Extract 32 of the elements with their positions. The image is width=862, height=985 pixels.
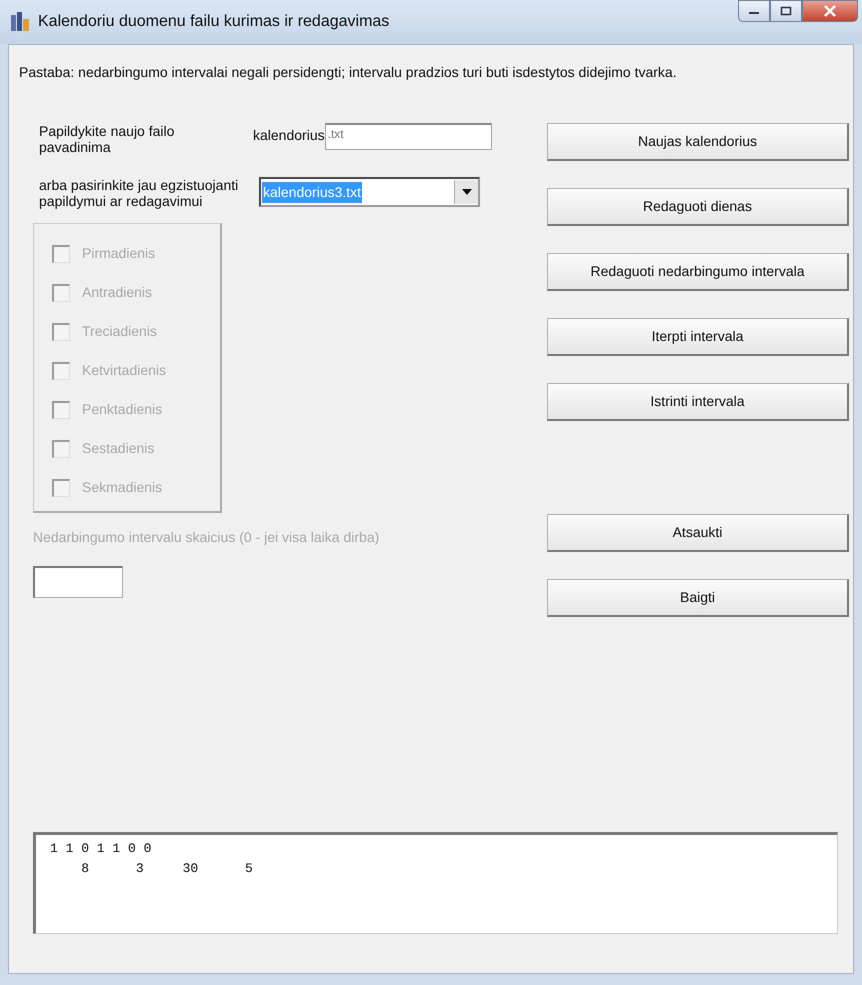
app-icon — [10, 11, 32, 33]
filename-field[interactable]: .txt — [324, 123, 492, 150]
weekday-checkbox: Pirmadienis — [52, 234, 220, 273]
output-line: 8 3 30 5 — [80, 860, 254, 878]
weekday-checkbox: Antradienis — [52, 273, 220, 312]
minimize-button[interactable] — [738, 0, 770, 22]
output-text-area[interactable]: 1 1 0 1 1 0 0 8 3 30 5 — [33, 832, 838, 934]
field-label: Papildykite naujo failo pavadinima — [39, 123, 176, 155]
action-button[interactable]: Istrinti intervala — [547, 383, 849, 421]
field-label: arba pasirinkite jau egzistuojanti papildymui ar redagavimui — [39, 177, 239, 209]
output-line: 1 1 0 1 1 0 0 — [50, 840, 152, 858]
action-button[interactable]: Naujas kalendorius — [547, 123, 849, 161]
interval-count-label: Nedarbingumo intervalu skaicius (0 - jei visa laika dirba) — [33, 528, 380, 547]
weekday-checkbox: Sekmadienis — [52, 468, 220, 507]
action-button[interactable]: Baigti — [547, 579, 849, 617]
maximize-button[interactable] — [770, 0, 802, 22]
action-button[interactable]: Redaguoti dienas — [547, 188, 849, 226]
maximize-icon — [780, 6, 792, 16]
action-button[interactable]: Iterpti intervala — [547, 318, 849, 356]
close-button[interactable] — [802, 0, 858, 22]
close-icon — [823, 5, 837, 17]
action-button[interactable]: Atsaukti — [547, 514, 849, 552]
weekday-checkbox: Sestadienis — [52, 429, 220, 468]
filename-prefix: kalendorius — [253, 126, 325, 145]
note-text: Pastaba: nedarbingumo intervalai negali persidengti; intervalu pradzios turi buti isdestytos didejimo tvarka. — [19, 63, 678, 82]
weekday-checkbox: Penktadienis — [52, 390, 220, 429]
window-title: Kalendoriu duomenu failu kurimas ir redagavimas — [38, 12, 390, 32]
weekday-checkbox: Ketvirtadienis — [52, 351, 220, 390]
weekday-checkbox: Treciadienis — [52, 312, 220, 351]
dropdown-arrow-icon — [462, 189, 472, 195]
action-button[interactable]: Redaguoti nedarbingumo intervala — [547, 253, 849, 291]
interval-count-field[interactable] — [33, 566, 123, 598]
